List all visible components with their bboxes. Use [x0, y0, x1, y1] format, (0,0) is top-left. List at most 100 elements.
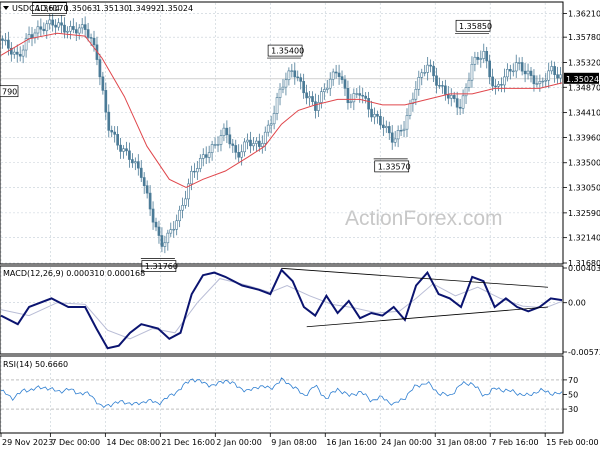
- candle-body: [523, 70, 527, 75]
- time-tick-label: 16 Jan 16:00: [326, 438, 377, 447]
- candle-body: [213, 144, 217, 146]
- candle-body: [266, 124, 270, 133]
- candle-body: [402, 128, 406, 131]
- candle-body: [190, 170, 193, 185]
- candle-body: [364, 95, 367, 99]
- candle-body: [60, 22, 63, 26]
- candle-body: [57, 22, 60, 28]
- candle-body: [544, 79, 548, 82]
- rsi-tick-label: 50: [568, 391, 578, 400]
- watermark: ActionForex.com: [345, 207, 503, 230]
- candle-body: [184, 198, 187, 206]
- candle-body: [506, 69, 509, 78]
- candle-body: [160, 235, 164, 247]
- candle-body: [488, 60, 491, 78]
- candle-body: [193, 170, 196, 173]
- high-value: 1.35130: [96, 4, 129, 13]
- candle-body: [210, 144, 214, 153]
- candle-body: [426, 64, 429, 73]
- candle-body: [494, 85, 497, 88]
- candle-body: [438, 85, 441, 87]
- candle-body: [269, 123, 273, 126]
- time-tick-label: 31 Jan 08:00: [436, 438, 487, 447]
- candle-body: [435, 75, 438, 86]
- candle-body: [98, 59, 102, 78]
- candle-body: [15, 51, 19, 55]
- candle-body: [455, 98, 459, 108]
- candle-body: [325, 87, 329, 90]
- candle-body: [284, 79, 288, 88]
- time-tick-label: 7 Feb 16:00: [491, 438, 538, 447]
- candle-body: [497, 84, 500, 87]
- candle-body: [18, 54, 22, 57]
- candle-body: [405, 115, 409, 130]
- candle-body: [503, 76, 506, 86]
- candle-body: [86, 29, 90, 38]
- candle-body: [77, 27, 81, 34]
- candle-body: [222, 127, 226, 136]
- candle-body: [12, 51, 16, 55]
- annotation-label: 1.35400: [271, 47, 304, 56]
- candle-body: [4, 39, 7, 42]
- candle-body: [556, 74, 559, 79]
- candle-body: [172, 228, 176, 231]
- candle-body: [349, 101, 353, 104]
- candle-body: [74, 29, 78, 34]
- candle-body: [367, 98, 370, 110]
- candle-body: [122, 148, 125, 152]
- candle-body: [246, 139, 249, 143]
- left-edge-price-text: 790: [2, 88, 17, 97]
- candle-body: [302, 81, 305, 94]
- forex-chart: ActionForex.com 1.361701.317601.354001.3…: [0, 0, 600, 450]
- candle-body: [166, 232, 170, 244]
- candle-body: [429, 64, 432, 67]
- candle-body: [51, 19, 55, 26]
- candle-body: [467, 79, 471, 88]
- time-tick-label: 7 Dec 00:00: [51, 438, 100, 447]
- price-tick-label: 1.33960: [568, 133, 600, 142]
- candle-body: [559, 74, 562, 79]
- candle-body: [136, 161, 140, 169]
- candle-body: [89, 37, 93, 39]
- price-tick-label: 1.33500: [568, 159, 600, 168]
- candle-body: [491, 76, 494, 87]
- candle-body: [538, 81, 542, 84]
- candle-body: [263, 131, 267, 144]
- candle-body: [157, 226, 161, 236]
- candle-body: [526, 70, 530, 75]
- candle-body: [249, 139, 252, 147]
- candle-body: [128, 150, 131, 160]
- candle-body: [550, 66, 553, 72]
- candle-body: [181, 205, 184, 211]
- candle-body: [148, 192, 152, 210]
- candle-body: [134, 161, 137, 164]
- candle-body: [473, 56, 477, 65]
- candle-body: [361, 94, 365, 97]
- candle-body: [373, 113, 376, 118]
- price-tick-label: 1.32140: [568, 234, 600, 243]
- candle-body: [299, 77, 303, 82]
- candle-body: [80, 24, 84, 29]
- candle-body: [42, 28, 46, 32]
- candle-body: [396, 130, 400, 140]
- candle-body: [382, 124, 385, 129]
- rsi-title: RSI(14) 50.6660: [3, 360, 68, 369]
- candle-body: [464, 87, 468, 97]
- time-tick-label: 24 Jan 00:00: [381, 438, 432, 447]
- candle-body: [219, 135, 223, 145]
- candle-body: [201, 154, 205, 159]
- open-value: 1.35063: [64, 4, 97, 13]
- time-tick-label: 29 Nov 2023: [2, 438, 53, 447]
- candle-body: [48, 19, 52, 25]
- candle-body: [376, 113, 379, 117]
- candle-body: [260, 143, 264, 147]
- macd-tick-label: -0.005737: [568, 348, 600, 357]
- candle-body: [258, 140, 261, 147]
- candle-body: [414, 89, 418, 100]
- price-tick-label: 1.35320: [568, 58, 600, 67]
- candle-body: [476, 56, 480, 60]
- candle-body: [449, 95, 453, 99]
- candle-body: [346, 88, 350, 104]
- candle-body: [314, 101, 317, 111]
- candle-body: [104, 90, 108, 113]
